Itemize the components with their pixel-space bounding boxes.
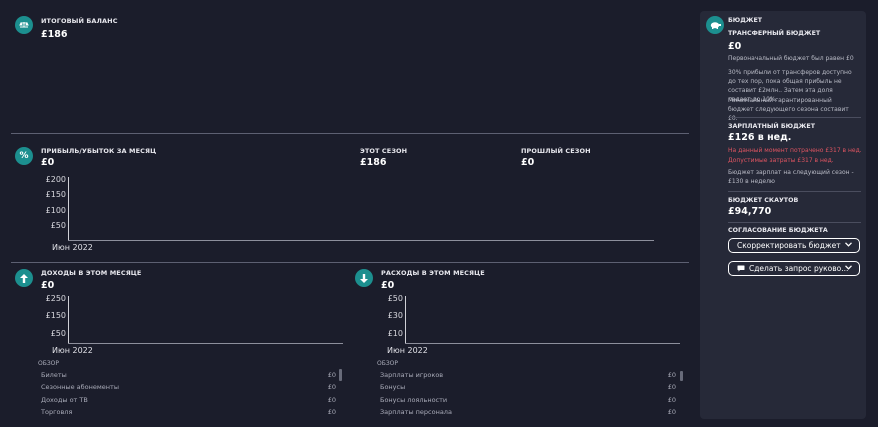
adjust-budget-label: Скорректировать бюджет <box>737 241 841 250</box>
overview-label: ОБЗОР <box>377 360 399 367</box>
transfer-budget-title: ТРАНСФЕРНЫЙ БЮДЖЕТ <box>728 30 821 37</box>
last-season-title: ПРОШЛЫЙ СЕЗОН <box>521 147 591 155</box>
list-item-value: £0 <box>667 371 676 379</box>
balance-title: ИТОГОВЫЙ БАЛАНС <box>41 17 118 25</box>
list-item-label: Зарплаты персонала <box>380 408 452 416</box>
list-item-value: £0 <box>327 371 336 379</box>
income-title: ДОХОДЫ В ЭТОМ МЕСЯЦЕ <box>41 269 142 277</box>
overview-label: ОБЗОР <box>38 360 60 367</box>
wage-spent-text: На данный момент потрачено £317 в нед. <box>728 147 862 154</box>
divider <box>11 133 689 134</box>
list-item-label: Сезонные абонементы <box>41 383 119 391</box>
wage-budget-value: £126 в нед. <box>728 132 792 143</box>
list-item-value: £0 <box>667 396 676 404</box>
list-item-label: Бонусы лояльности <box>380 396 448 404</box>
this-season-title: ЭТОТ СЕЗОН <box>360 147 408 155</box>
list-item-value: £0 <box>327 383 336 391</box>
transfer-budget-value: £0 <box>728 41 742 52</box>
y-axis <box>68 177 69 241</box>
divider <box>728 117 861 118</box>
tick-label: £250 <box>45 294 66 303</box>
tick-label: £50 <box>50 329 66 338</box>
income-value: £0 <box>41 280 55 291</box>
arrow-up-icon <box>15 269 33 287</box>
expenses-title: РАСХОДЫ В ЭТОМ МЕСЯЦЕ <box>381 269 485 277</box>
list-item-value: £0 <box>667 408 676 416</box>
divider <box>728 191 861 192</box>
x-axis-label: Июн 2022 <box>52 243 93 252</box>
chevron-down-icon <box>845 241 852 249</box>
tick-label: £200 <box>45 175 66 184</box>
arrow-down-icon <box>355 269 373 287</box>
request-board-label: Сделать запрос руково... <box>749 264 849 273</box>
chat-bubble-icon <box>737 265 745 272</box>
tick-label: £10 <box>387 329 403 338</box>
budget-panel: БЮДЖЕТ ТРАНСФЕРНЫЙ БЮДЖЕТ £0 Первоначаль… <box>700 11 866 419</box>
budget-header: БЮДЖЕТ <box>728 17 763 24</box>
list-item-label: Бонусы <box>380 383 406 391</box>
x-axis <box>68 240 654 241</box>
divider <box>11 262 689 263</box>
y-axis <box>68 296 69 344</box>
balance-value: £186 <box>41 29 68 40</box>
list-item-value: £0 <box>327 396 336 404</box>
tick-label: £30 <box>387 311 403 320</box>
monthly-title: ПРИБЫЛЬ/УБЫТОК ЗА МЕСЯЦ <box>41 147 157 155</box>
monthly-value: £0 <box>41 157 55 168</box>
x-axis <box>68 343 343 344</box>
list-item-label: Билеты <box>41 371 67 379</box>
percent-icon: % <box>15 147 33 165</box>
tick-label: £100 <box>45 206 66 215</box>
scout-budget-title: БЮДЖЕТ СКАУТОВ <box>728 197 799 204</box>
tick-label: £150 <box>45 311 66 320</box>
x-axis-label: Июн 2022 <box>387 346 428 355</box>
request-board-button[interactable]: Сделать запрос руково... <box>728 261 860 276</box>
wage-budget-title: ЗАРПЛАТНЫЙ БЮДЖЕТ <box>728 123 815 130</box>
wage-allowed-text: Допустимые затраты £317 в нед. <box>728 157 834 164</box>
transfer-budget-minimum: Минимальный гарантированный бюджет следу… <box>728 97 849 122</box>
list-item-label: Зарплаты игроков <box>380 371 444 379</box>
transfer-budget-initial: Первоначальный бюджет был равен £0 <box>728 55 854 62</box>
divider <box>728 222 861 223</box>
list-item-value: £0 <box>327 408 336 416</box>
expenses-scrollbar[interactable] <box>680 371 683 381</box>
scale-icon <box>15 16 33 34</box>
list-item-label: Доходы от ТВ <box>41 396 88 404</box>
y-axis <box>405 296 406 344</box>
tick-label: £50 <box>50 221 66 230</box>
list-item-value: £0 <box>667 383 676 391</box>
budget-approval-title: СОГЛАСОВАНИЕ БЮДЖЕТА <box>728 227 828 234</box>
this-season-value: £186 <box>360 157 387 168</box>
expenses-value: £0 <box>381 280 395 291</box>
piggy-bank-icon <box>706 16 724 34</box>
x-axis-label: Июн 2022 <box>52 346 93 355</box>
income-scrollbar[interactable] <box>339 369 342 381</box>
last-season-value: £0 <box>521 157 535 168</box>
wage-next-season-text: Бюджет зарплат на следующий сезон - £130… <box>728 169 854 185</box>
x-axis <box>405 343 680 344</box>
tick-label: £50 <box>387 294 403 303</box>
tick-label: £150 <box>45 190 66 199</box>
adjust-budget-button[interactable]: Скорректировать бюджет <box>728 238 860 253</box>
list-item-label: Торговля <box>41 408 73 416</box>
scout-budget-value: £94,770 <box>728 206 772 217</box>
chevron-down-icon <box>845 264 852 272</box>
